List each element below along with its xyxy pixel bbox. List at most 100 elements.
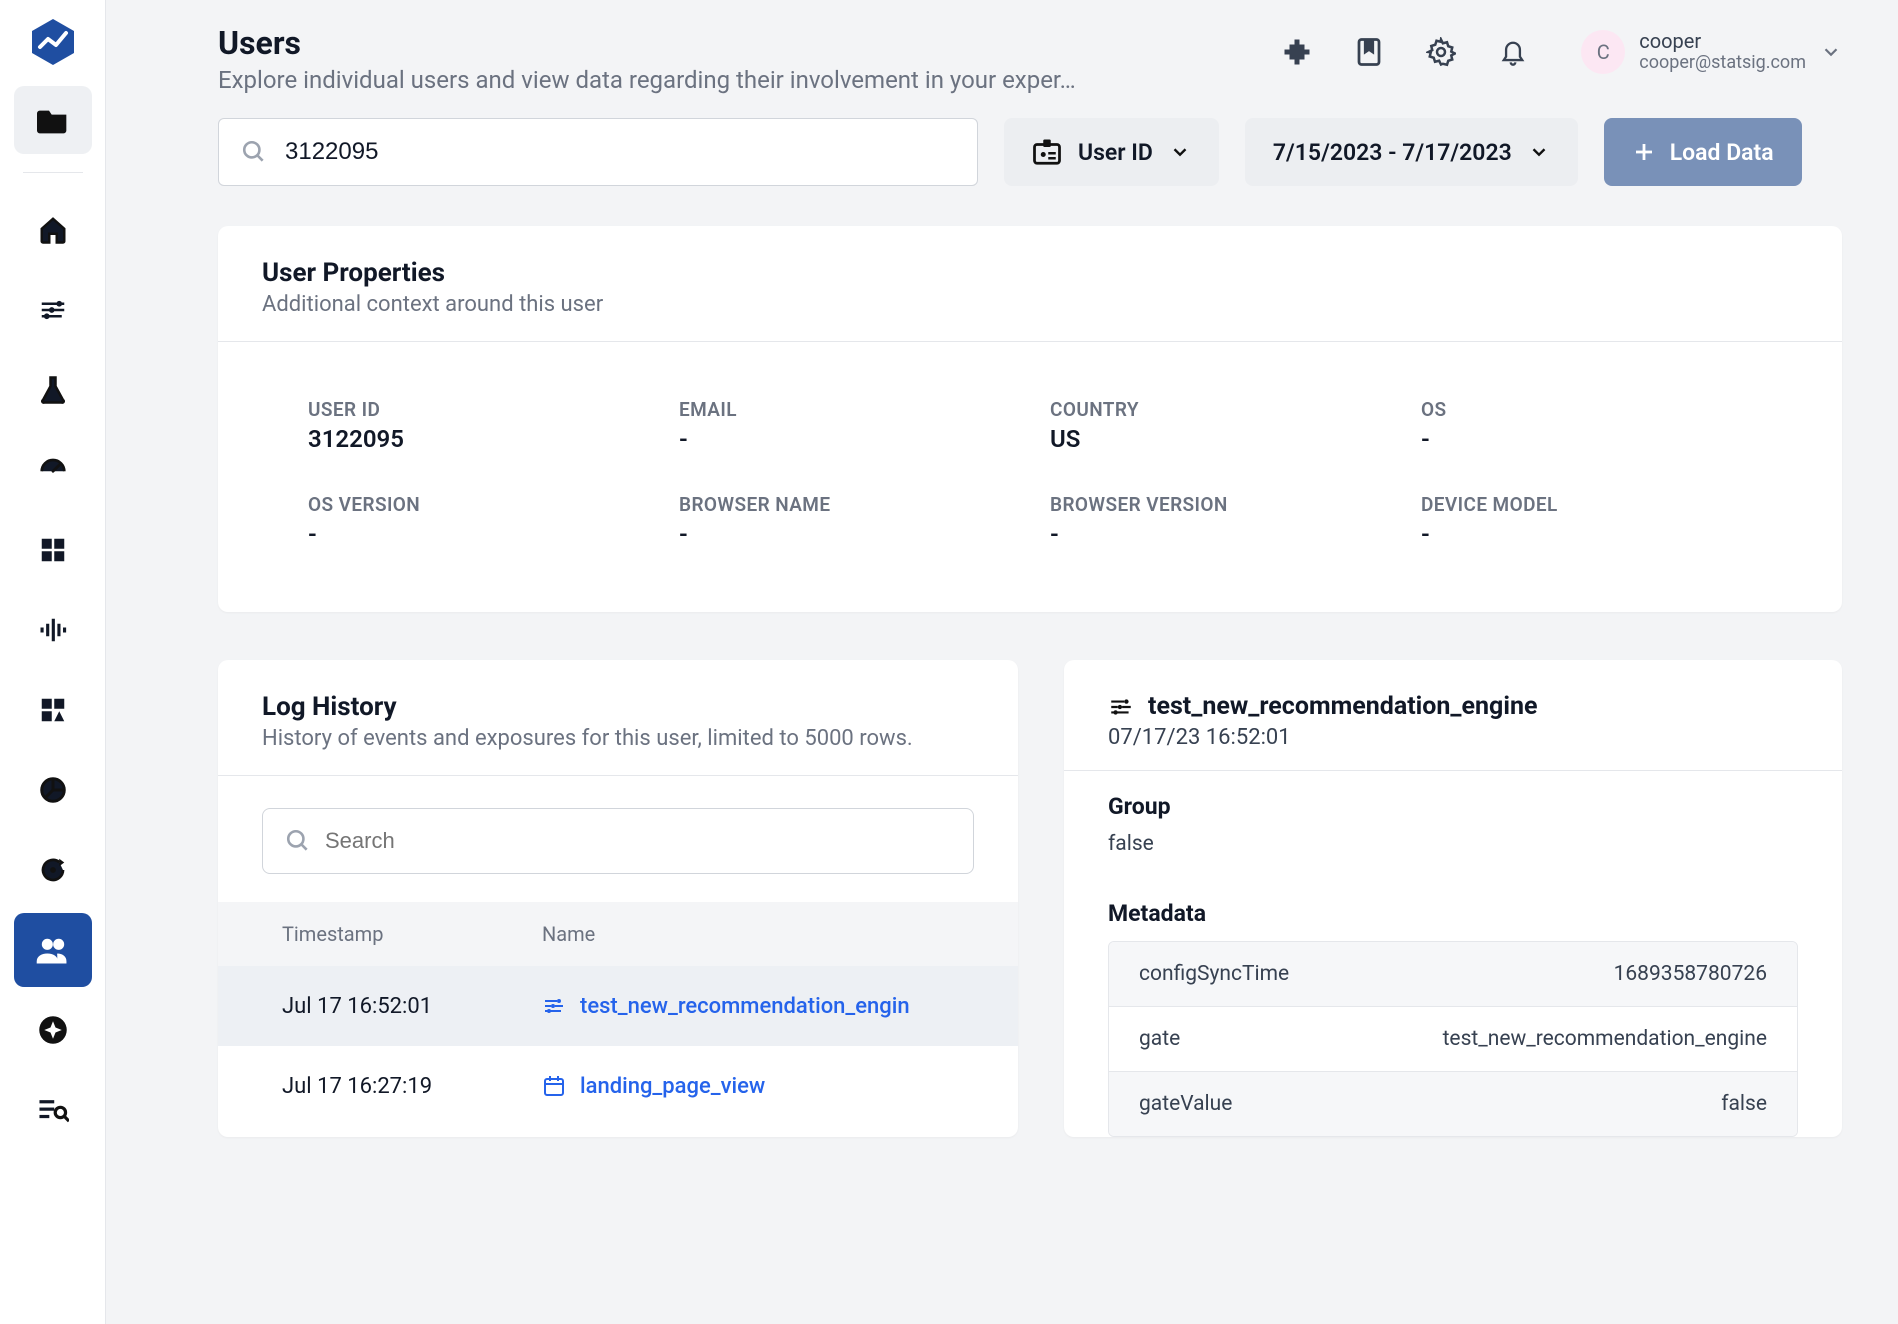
calendar-icon bbox=[542, 1074, 566, 1098]
prop-value: - bbox=[679, 520, 1010, 548]
user-properties-grid: USER ID 3122095 EMAIL - COUNTRY US OS - OS V… bbox=[218, 342, 1842, 612]
prop-value: US bbox=[1050, 425, 1381, 453]
avatar: C bbox=[1581, 30, 1625, 74]
chevron-down-icon bbox=[1528, 141, 1550, 163]
prop-label: USER ID bbox=[308, 398, 639, 421]
nav-dashboard[interactable] bbox=[14, 513, 92, 587]
load-data-label: Load Data bbox=[1670, 139, 1774, 166]
bookmark-icon[interactable] bbox=[1351, 34, 1387, 70]
col-timestamp: Timestamp bbox=[262, 922, 542, 946]
meta-value: false bbox=[1721, 1092, 1767, 1116]
nav-speed[interactable] bbox=[14, 433, 92, 507]
meta-key: gateValue bbox=[1139, 1092, 1232, 1116]
user-search-input[interactable] bbox=[285, 138, 955, 166]
prop-value: - bbox=[308, 520, 639, 548]
metadata-row: gate test_new_recommendation_engine bbox=[1109, 1007, 1797, 1072]
sliders-icon bbox=[542, 994, 566, 1018]
prop-label: BROWSER NAME bbox=[679, 493, 1010, 516]
nav-pie[interactable] bbox=[14, 753, 92, 827]
date-range-selector[interactable]: 7/15/2023 - 7/17/2023 bbox=[1245, 118, 1578, 186]
log-search-input[interactable] bbox=[325, 828, 951, 854]
page-title: Users bbox=[218, 24, 1076, 62]
date-range-label: 7/15/2023 - 7/17/2023 bbox=[1273, 139, 1512, 166]
metadata-table: configSyncTime 1689358780726 gate test_n… bbox=[1108, 941, 1798, 1137]
group-label: Group bbox=[1108, 793, 1798, 820]
metadata-row: gateValue false bbox=[1109, 1072, 1797, 1136]
chevron-down-icon bbox=[1169, 141, 1191, 163]
user-search[interactable] bbox=[218, 118, 978, 186]
event-detail-card: test_new_recommendation_engine 07/17/23 … bbox=[1064, 660, 1842, 1137]
user-properties-subtitle: Additional context around this user bbox=[262, 292, 1798, 317]
log-table-header: Timestamp Name bbox=[218, 902, 1018, 966]
nav-refresh[interactable] bbox=[14, 833, 92, 907]
log-search[interactable] bbox=[262, 808, 974, 874]
meta-key: configSyncTime bbox=[1139, 962, 1289, 986]
nav-pulse[interactable] bbox=[14, 593, 92, 667]
prop-value: - bbox=[1050, 520, 1381, 548]
log-row[interactable]: Jul 17 16:52:01 test_new_recommendation_… bbox=[218, 966, 1018, 1046]
nav-home[interactable] bbox=[14, 193, 92, 267]
prop-label: EMAIL bbox=[679, 398, 1010, 421]
meta-value: 1689358780726 bbox=[1614, 962, 1767, 986]
nav-query[interactable] bbox=[14, 1073, 92, 1147]
row-name: landing_page_view bbox=[580, 1074, 765, 1099]
id-type-selector[interactable]: User ID bbox=[1004, 118, 1219, 186]
nav-tune[interactable] bbox=[14, 273, 92, 347]
prop-label: OS VERSION bbox=[308, 493, 639, 516]
bell-icon[interactable] bbox=[1495, 34, 1531, 70]
prop-label: OS bbox=[1421, 398, 1752, 421]
col-name: Name bbox=[542, 922, 974, 946]
detail-timestamp: 07/17/23 16:52:01 bbox=[1108, 725, 1798, 750]
sidebar-divider bbox=[23, 172, 83, 173]
detail-title: test_new_recommendation_engine bbox=[1148, 692, 1537, 721]
user-properties-card: User Properties Additional context aroun… bbox=[218, 226, 1842, 612]
page-subtitle: Explore individual users and view data r… bbox=[218, 66, 1076, 94]
id-type-label: User ID bbox=[1078, 139, 1153, 166]
log-history-subtitle: History of events and exposures for this… bbox=[262, 726, 974, 751]
nav-users[interactable] bbox=[14, 913, 92, 987]
prop-value: - bbox=[1421, 425, 1752, 453]
user-properties-title: User Properties bbox=[262, 258, 1798, 288]
log-history-card: Log History History of events and exposu… bbox=[218, 660, 1018, 1137]
folder-button[interactable] bbox=[14, 86, 92, 154]
plus-icon bbox=[1632, 140, 1656, 164]
sliders-icon bbox=[1108, 694, 1134, 720]
load-data-button[interactable]: Load Data bbox=[1604, 118, 1802, 186]
prop-value: - bbox=[679, 425, 1010, 453]
bottom-row: Log History History of events and exposu… bbox=[218, 660, 1842, 1137]
page-title-block: Users Explore individual users and view … bbox=[218, 24, 1076, 94]
log-row[interactable]: Jul 17 16:27:19 landing_page_view bbox=[218, 1046, 1018, 1126]
app-logo[interactable] bbox=[27, 16, 79, 68]
prop-label: DEVICE MODEL bbox=[1421, 493, 1752, 516]
log-history-title: Log History bbox=[262, 692, 974, 722]
nav-autotune[interactable] bbox=[14, 673, 92, 747]
row-timestamp: Jul 17 16:27:19 bbox=[262, 1074, 542, 1099]
meta-value: test_new_recommendation_engine bbox=[1443, 1027, 1767, 1051]
top-actions: C cooper cooper@statsig.com bbox=[1279, 30, 1842, 74]
prop-label: BROWSER VERSION bbox=[1050, 493, 1381, 516]
sidebar bbox=[0, 0, 106, 1324]
filters-row: User ID 7/15/2023 - 7/17/2023 Load Data bbox=[218, 118, 1842, 186]
nav-explore[interactable] bbox=[14, 993, 92, 1067]
row-name: test_new_recommendation_engin bbox=[580, 994, 910, 1019]
puzzle-icon[interactable] bbox=[1279, 34, 1315, 70]
group-value: false bbox=[1108, 832, 1798, 856]
gear-icon[interactable] bbox=[1423, 34, 1459, 70]
user-email: cooper@statsig.com bbox=[1639, 53, 1806, 74]
search-icon bbox=[241, 139, 267, 165]
user-name: cooper bbox=[1639, 30, 1806, 53]
prop-label: COUNTRY bbox=[1050, 398, 1381, 421]
prop-value: - bbox=[1421, 520, 1752, 548]
user-menu[interactable]: C cooper cooper@statsig.com bbox=[1581, 30, 1842, 74]
metadata-row: configSyncTime 1689358780726 bbox=[1109, 942, 1797, 1007]
row-timestamp: Jul 17 16:52:01 bbox=[262, 994, 542, 1019]
main-content: Users Explore individual users and view … bbox=[106, 0, 1898, 1324]
meta-key: gate bbox=[1139, 1027, 1180, 1051]
search-icon bbox=[285, 828, 311, 854]
badge-icon bbox=[1032, 138, 1062, 166]
top-bar: Users Explore individual users and view … bbox=[218, 24, 1842, 94]
nav-experiment[interactable] bbox=[14, 353, 92, 427]
chevron-down-icon bbox=[1820, 41, 1842, 63]
metadata-label: Metadata bbox=[1108, 900, 1798, 927]
prop-value: 3122095 bbox=[308, 425, 639, 453]
